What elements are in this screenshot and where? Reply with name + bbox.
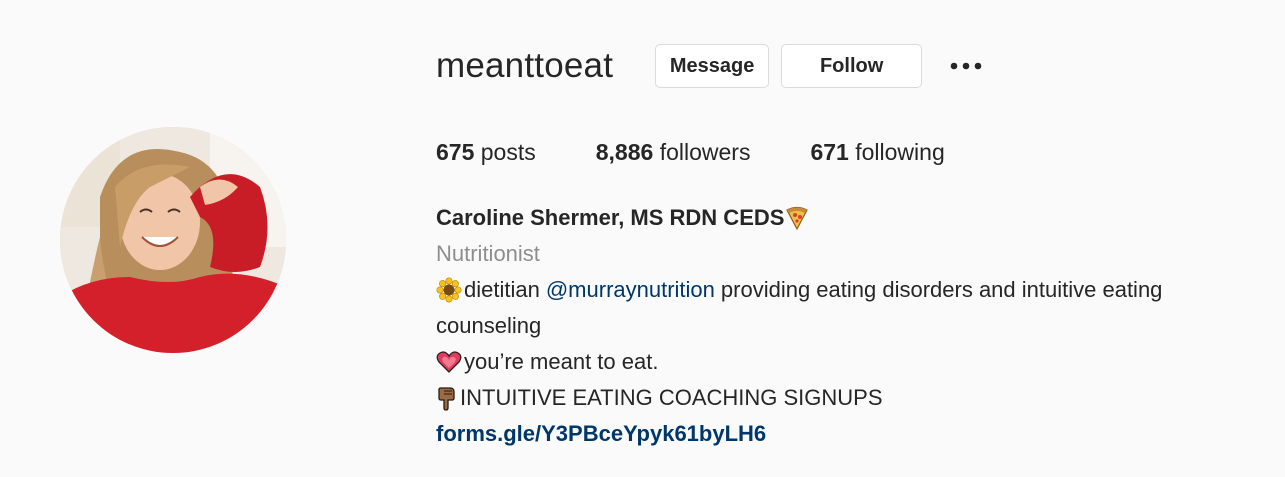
profile-page: meanttoeat Message Follow 675 posts 8,88… xyxy=(0,0,1285,477)
bio-line-4: INTUITIVE EATING COACHING SIGNUPS xyxy=(436,380,1266,416)
avatar-image xyxy=(60,127,286,353)
bio-line-1-text: dietitian xyxy=(464,277,540,302)
heart-icon xyxy=(436,349,462,375)
bio-line-3-text: you’re meant to eat. xyxy=(464,349,659,374)
full-name: Caroline Shermer, MS RDN CEDS xyxy=(436,200,1266,236)
bio-line-1: dietitian @murraynutrition providing eat… xyxy=(436,272,1266,308)
followers-stat[interactable]: 8,886 followers xyxy=(596,137,751,167)
bio-line-4-text: INTUITIVE EATING COACHING SIGNUPS xyxy=(460,385,883,410)
sunflower-icon xyxy=(436,277,462,303)
avatar[interactable] xyxy=(60,127,286,353)
more-horizontal-icon xyxy=(950,62,982,70)
message-button[interactable]: Message xyxy=(655,44,770,88)
pointing-down-icon xyxy=(436,385,458,411)
bio-line-2: counseling xyxy=(436,313,542,338)
following-label: following xyxy=(855,139,945,165)
posts-label: posts xyxy=(480,139,536,165)
posts-count: 675 xyxy=(436,139,475,165)
more-options-button[interactable] xyxy=(948,44,984,88)
profile-bio: Caroline Shermer, MS RDN CEDS Nutritioni… xyxy=(436,200,1266,452)
profile-stats: 675 posts 8,886 followers 671 following xyxy=(436,137,1005,167)
full-name-text: Caroline Shermer, MS RDN CEDS xyxy=(436,205,785,230)
posts-stat: 675 posts xyxy=(436,137,536,167)
pizza-icon xyxy=(784,205,810,231)
username: meanttoeat xyxy=(436,46,614,85)
category-label: Nutritionist xyxy=(436,241,540,266)
mention-link[interactable]: @murraynutrition xyxy=(546,272,715,308)
profile-header: meanttoeat Message Follow xyxy=(436,43,984,89)
followers-count: 8,886 xyxy=(595,139,654,165)
following-stat[interactable]: 671 following xyxy=(810,137,944,167)
bio-line-1-rest: providing eating disorders and intuitive… xyxy=(720,277,1163,302)
bio-line-3: you’re meant to eat. xyxy=(436,344,1266,380)
external-link[interactable]: forms.gle/Y3PBceYpyk61byLH6 xyxy=(436,416,1266,452)
followers-label: followers xyxy=(659,139,751,165)
following-count: 671 xyxy=(810,139,849,165)
follow-button[interactable]: Follow xyxy=(781,44,923,88)
